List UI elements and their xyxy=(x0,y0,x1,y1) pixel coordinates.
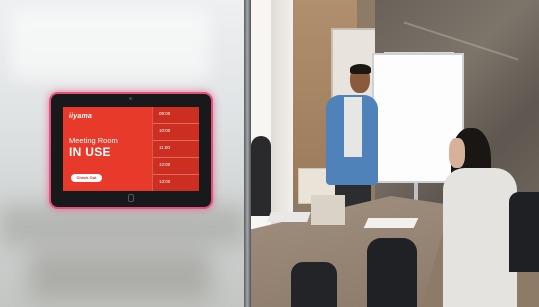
status-pane: iiyama Meeting Room IN USE Check Out xyxy=(63,107,152,191)
tablet-screen: iiyama Meeting Room IN USE Check Out 09:… xyxy=(63,107,199,191)
photo-scene: iiyama Meeting Room IN USE Check Out 09:… xyxy=(0,0,539,307)
glass-blur-band xyxy=(0,205,246,245)
presenter-hair xyxy=(350,64,371,74)
time-slot-label: 13:00 xyxy=(159,179,171,184)
brand-logo: iiyama xyxy=(69,113,92,120)
chair xyxy=(291,262,337,307)
time-slot-label: 09:00 xyxy=(159,111,171,116)
room-label: Meeting Room xyxy=(69,136,118,145)
notepad xyxy=(363,218,419,228)
time-slot[interactable]: 11:00 xyxy=(153,141,199,158)
seated-person-left xyxy=(251,136,271,216)
glass-frame-divider xyxy=(244,0,251,307)
laptop xyxy=(267,212,311,222)
time-slot[interactable]: 09:00 xyxy=(153,107,199,124)
chair xyxy=(367,238,417,307)
time-slot[interactable]: 10:00 xyxy=(153,124,199,141)
time-slot-label: 12:00 xyxy=(159,162,171,167)
room-booking-tablet: iiyama Meeting Room IN USE Check Out 09:… xyxy=(51,94,211,207)
meeting-room-photo xyxy=(251,0,539,307)
time-slot[interactable]: 13:00 xyxy=(153,175,199,191)
camera-icon xyxy=(129,97,132,100)
presenter-shirt xyxy=(344,97,362,157)
chair xyxy=(509,192,539,272)
check-out-button[interactable]: Check Out xyxy=(71,174,102,182)
seated-woman-face xyxy=(449,138,465,168)
time-slot[interactable]: 12:00 xyxy=(153,158,199,175)
schedule-pane: 09:00 10:00 11:00 12:00 13:00 xyxy=(152,107,199,191)
home-button-icon xyxy=(128,194,134,202)
glass-blur-shadow xyxy=(30,250,210,300)
room-status: IN USE xyxy=(69,145,111,159)
time-slot-label: 11:00 xyxy=(159,145,170,150)
time-slot-label: 10:00 xyxy=(159,128,171,133)
glass-reflection xyxy=(10,10,210,80)
seated-woman xyxy=(443,168,517,307)
tissue-box xyxy=(311,195,345,225)
